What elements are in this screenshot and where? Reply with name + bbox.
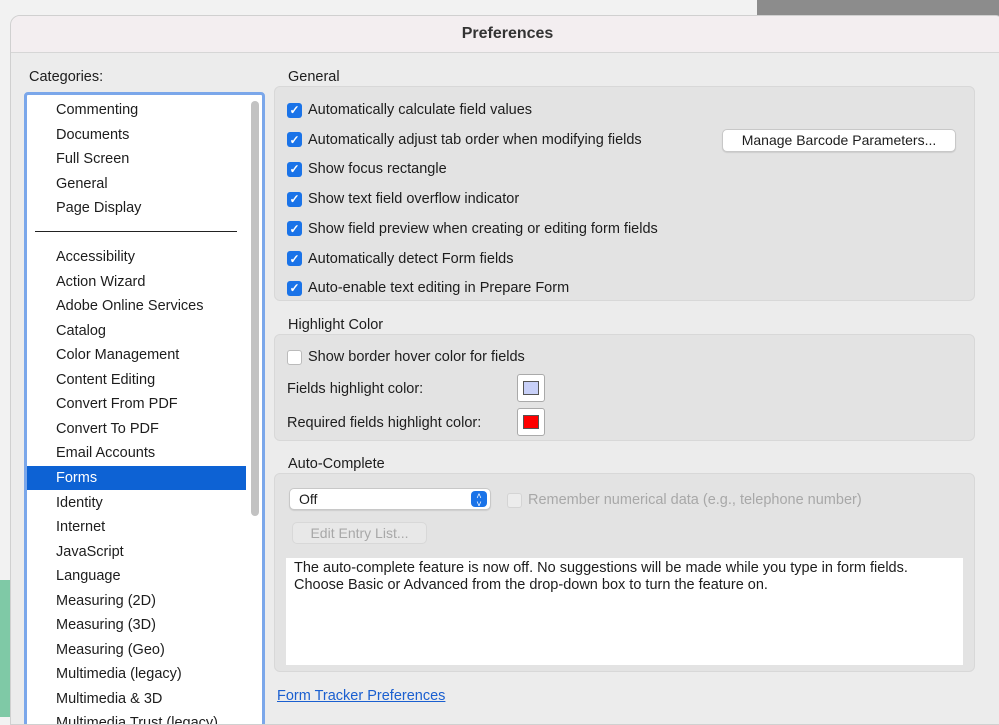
category-item[interactable]: Identity [27,491,246,515]
color-swatch [523,415,539,429]
category-item[interactable]: Page Display [27,196,246,220]
category-item[interactable]: Multimedia & 3D [27,687,246,711]
manage-barcode-button[interactable]: Manage Barcode Parameters... [722,129,956,152]
general-checkbox-row[interactable]: ✓ Automatically calculate field values [287,100,532,120]
general-section: Manage Barcode Parameters... ✓ Automatica… [274,86,975,301]
highlight-section: Show border hover color for fields Field… [274,334,975,441]
checkbox-label: Automatically adjust tab order when modi… [308,131,642,148]
category-item[interactable]: Measuring (2D) [27,589,246,613]
scrollbar[interactable] [251,101,259,516]
checkbox-label: Show field preview when creating or edit… [308,220,658,237]
category-item[interactable]: Measuring (3D) [27,613,246,637]
general-checkbox-row[interactable]: ✓ Show text field overflow indicator [287,189,519,209]
checkbox[interactable]: ✓ [287,191,302,207]
category-item[interactable]: Color Management [27,343,246,367]
category-item[interactable]: Forms [27,465,246,490]
checkbox[interactable]: ✓ [287,221,302,237]
checkbox[interactable]: ✓ [287,102,302,118]
general-checkbox-row[interactable]: ✓ Automatically adjust tab order when mod… [287,130,642,150]
category-item[interactable]: Content Editing [27,368,246,392]
general-checkbox-row[interactable]: ✓ Show field preview when creating or edi… [287,219,658,239]
category-item[interactable]: General [27,172,246,196]
checkbox[interactable]: ✓ [287,161,302,177]
checkbox-label: Show text field overflow indicator [308,191,520,208]
checkbox-label: Show border hover color for fields [308,349,525,365]
checkbox-label: Automatically detect Form fields [308,250,514,267]
category-item[interactable]: Adobe Online Services [27,294,246,318]
checkbox[interactable]: ✓ [287,280,302,296]
checkbox-label: Automatically calculate field values [308,102,533,118]
general-checkbox-row[interactable]: ✓ Show focus rectangle [287,159,447,179]
checkbox[interactable]: ✓ [287,251,302,266]
auto-complete-section: Off ˄ ˅ Remember numerical data (e.g., te… [274,473,975,672]
fields-highlight-color-well[interactable] [517,374,545,402]
category-item[interactable]: Internet [27,515,246,539]
highlight-color-label: Highlight Color [288,317,384,333]
checkbox[interactable] [287,349,302,365]
general-checkbox-row[interactable]: ✓ Auto-enable text editing in Prepare For… [287,278,569,298]
category-item[interactable]: Action Wizard [27,270,246,294]
category-item[interactable]: Measuring (Geo) [27,638,246,662]
category-item[interactable]: Language [27,564,246,588]
preferences-window: Preferences Categories: Commenting Docume… [10,15,999,725]
edit-entry-list-button[interactable]: Edit Entry List... [292,522,427,544]
window-title: Preferences [11,16,999,53]
category-item[interactable]: Convert To PDF [27,417,246,441]
form-tracker-preferences-link[interactable]: Form Tracker Preferences [277,688,445,704]
general-checkbox-row[interactable]: ✓ Automatically detect Form fields [287,249,514,269]
category-item[interactable]: Full Screen [27,147,246,171]
category-item[interactable]: JavaScript [27,540,246,564]
category-item[interactable]: Catalog [27,319,246,343]
category-item[interactable]: Accessibility [27,245,246,269]
category-item[interactable]: Email Accounts [27,441,246,465]
category-item[interactable]: Convert From PDF [27,392,246,416]
color-swatch [523,381,539,395]
categories-list[interactable]: Commenting Documents Full Screen General Pag… [24,92,265,724]
required-highlight-color-well[interactable] [517,408,545,436]
category-item[interactable]: Documents [27,123,246,147]
description-text: The auto-complete feature is now off. No… [286,558,963,665]
categories-label: Categories: [29,69,104,85]
general-label: General [288,69,340,85]
category-item[interactable]: Multimedia Trust (legacy) [27,711,246,724]
auto-complete-select[interactable]: Off ˄ ˅ [289,488,491,510]
updown-chevron-icon: ˄ ˅ [471,491,487,509]
auto-complete-label: Auto-Complete [288,456,385,472]
checkbox-label: Show focus rectangle [308,161,447,178]
remember-numerical-checkbox-row[interactable]: Remember numerical data (e.g., telephone… [507,490,862,510]
fields-highlight-label: Fields highlight color: [287,381,424,397]
checkbox[interactable]: ✓ [287,132,302,148]
required-highlight-label: Required fields highlight color: [287,415,482,431]
checkbox-label: Auto-enable text editing in Prepare Form [308,280,570,297]
select-value: Off [299,491,318,507]
category-item[interactable]: Multimedia (legacy) [27,662,246,686]
list-divider [35,231,237,232]
border-hover-checkbox-row[interactable]: Show border hover color for fields [287,347,525,367]
category-item[interactable]: Commenting [27,98,246,122]
checkbox[interactable] [507,492,522,508]
checkbox-label: Remember numerical data (e.g., telephone… [528,492,862,508]
